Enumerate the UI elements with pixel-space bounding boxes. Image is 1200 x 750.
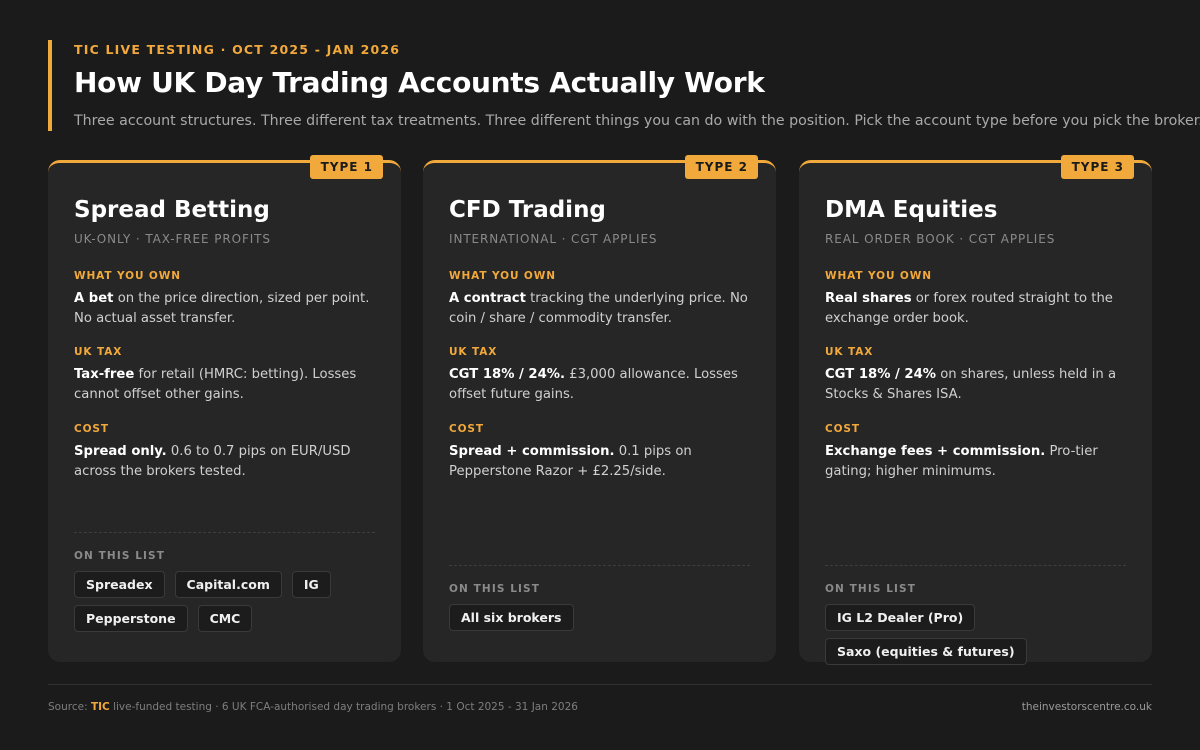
broker-chip-ig[interactable]: IG (291, 571, 331, 598)
page-subtitle: Three account structures. Three differen… (74, 113, 1200, 129)
section-text: CGT 18% / 24% on shares, unless held in … (825, 365, 1130, 405)
cost-section: COST Exchange fees + commission. Pro-tie… (825, 423, 1130, 482)
divider (449, 565, 750, 566)
broker-chip-saxo[interactable]: Saxo (equities & futures) (825, 638, 1027, 665)
cost-section: COST Spread only. 0.6 to 0.7 pips on EUR… (74, 423, 379, 482)
cost-section: COST Spread + commission. 0.1 pips on Pe… (449, 423, 754, 482)
broker-chip-spreadex[interactable]: Spreadex (74, 571, 165, 598)
section-text-bold: Spread + commission. (449, 444, 615, 459)
section-text-rest: on the price direction, sized per point.… (74, 291, 370, 326)
section-label: WHAT YOU OWN (74, 270, 181, 282)
broker-chip-cmc[interactable]: CMC (197, 605, 253, 632)
broker-chip-ig-l2-dealer[interactable]: IG L2 Dealer (Pro) (825, 604, 976, 631)
section-label: COST (449, 423, 484, 435)
card-subtitle: REAL ORDER BOOK · CGT APPLIES (825, 232, 1056, 246)
page-title: How UK Day Trading Accounts Actually Wor… (74, 66, 765, 99)
uk-tax-section: UK TAX Tax-free for retail (HMRC: bettin… (74, 346, 379, 405)
section-text-bold: Exchange fees + commission. (825, 444, 1046, 459)
card-title: CFD Trading (449, 197, 606, 223)
type-badge: TYPE 2 (684, 155, 758, 179)
section-text-bold: CGT 18% / 24%. (449, 367, 565, 382)
section-text: Real shares or forex routed straight to … (825, 289, 1130, 329)
footer-site-link[interactable]: theinvestorscentre.co.uk (1022, 701, 1152, 713)
what-you-own-section: WHAT YOU OWN A contract tracking the und… (449, 270, 754, 329)
section-label: WHAT YOU OWN (825, 270, 932, 282)
section-text: Exchange fees + commission. Pro-tier gat… (825, 442, 1130, 482)
section-text: Spread only. 0.6 to 0.7 pips on EUR/USD … (74, 442, 379, 482)
on-this-list-label: ON THIS LIST (74, 550, 165, 562)
section-label: UK TAX (74, 346, 123, 358)
on-this-list-label: ON THIS LIST (825, 583, 916, 595)
broker-chips: IG L2 Dealer (Pro) Saxo (equities & futu… (825, 604, 1135, 665)
uk-tax-section: UK TAX CGT 18% / 24% on shares, unless h… (825, 346, 1130, 405)
type-badge: TYPE 1 (309, 155, 383, 179)
card-subtitle: UK-ONLY · TAX-FREE PROFITS (74, 232, 271, 246)
broker-chip-all-six[interactable]: All six brokers (449, 604, 574, 631)
section-text: Spread + commission. 0.1 pips on Peppers… (449, 442, 754, 482)
source-prefix: Source: (48, 701, 91, 713)
broker-chips: All six brokers (449, 604, 759, 631)
section-text: A bet on the price direction, sized per … (74, 289, 379, 329)
divider (825, 565, 1126, 566)
eyebrow: TIC LIVE TESTING · OCT 2025 - JAN 2026 (74, 42, 401, 57)
footer-divider (48, 684, 1152, 685)
section-label: COST (74, 423, 109, 435)
page-header: TIC LIVE TESTING · OCT 2025 - JAN 2026 H… (48, 40, 1200, 131)
source-rest: live-funded testing · 6 UK FCA-authorise… (109, 701, 578, 713)
card-spread-betting: TYPE 1 Spread Betting UK-ONLY · TAX-FREE… (48, 155, 401, 662)
broker-chip-pepperstone[interactable]: Pepperstone (74, 605, 188, 632)
card-dma-equities: TYPE 3 DMA Equities REAL ORDER BOOK · CG… (799, 155, 1152, 665)
section-text: Tax-free for retail (HMRC: betting). Los… (74, 365, 379, 405)
section-label: UK TAX (449, 346, 498, 358)
section-label: WHAT YOU OWN (449, 270, 556, 282)
card-title: DMA Equities (825, 197, 998, 223)
card-title: Spread Betting (74, 197, 270, 223)
section-text-bold: Spread only. (74, 444, 167, 459)
uk-tax-section: UK TAX CGT 18% / 24%. £3,000 allowance. … (449, 346, 754, 405)
divider (74, 532, 375, 533)
what-you-own-section: WHAT YOU OWN Real shares or forex routed… (825, 270, 1130, 329)
broker-chip-capital-com[interactable]: Capital.com (174, 571, 282, 598)
card-subtitle: INTERNATIONAL · CGT APPLIES (449, 232, 658, 246)
what-you-own-section: WHAT YOU OWN A bet on the price directio… (74, 270, 379, 329)
section-text-bold: CGT 18% / 24% (825, 367, 936, 382)
type-badge: TYPE 3 (1060, 155, 1134, 179)
footer-source: Source: TIC live-funded testing · 6 UK F… (48, 701, 578, 713)
section-text-bold: Tax-free (74, 367, 135, 382)
section-text-bold: A contract (449, 291, 526, 306)
section-text: CGT 18% / 24%. £3,000 allowance. Losses … (449, 365, 754, 405)
on-this-list-label: ON THIS LIST (449, 583, 540, 595)
source-brand: TIC (90, 701, 110, 713)
card-cfd-trading: TYPE 2 CFD Trading INTERNATIONAL · CGT A… (423, 155, 776, 662)
section-label: COST (825, 423, 860, 435)
section-text-bold: A bet (74, 291, 114, 306)
section-label: UK TAX (825, 346, 874, 358)
section-text: A contract tracking the underlying price… (449, 289, 754, 329)
broker-chips: Spreadex Capital.com IG Pepperstone CMC (74, 571, 384, 632)
section-text-bold: Real shares (825, 291, 912, 306)
